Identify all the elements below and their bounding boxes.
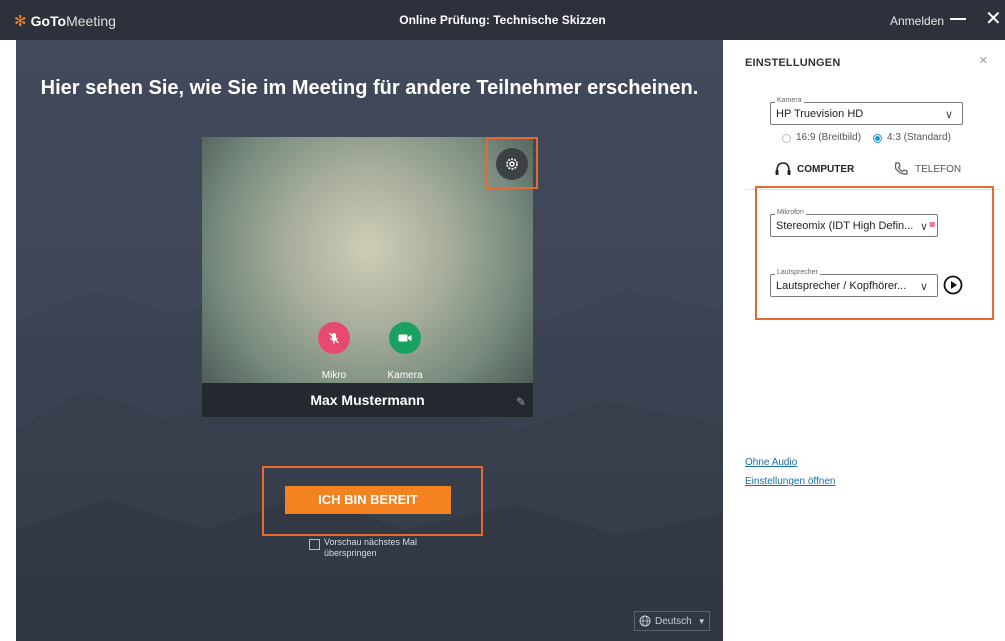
language-value: Deutsch xyxy=(655,615,692,627)
camera-legend: Kamera xyxy=(775,97,804,104)
video-preview xyxy=(202,137,533,417)
skip-preview-checkbox[interactable] xyxy=(309,539,320,550)
camera-value: HP Truevision HD xyxy=(776,108,864,120)
highlight-ready xyxy=(262,466,483,536)
participant-name: Max Mustermann xyxy=(310,392,425,408)
minimize-button[interactable] xyxy=(950,18,966,20)
camera-label: Kamera xyxy=(387,370,423,381)
tab-phone[interactable]: TELEFON xyxy=(893,161,961,177)
signin-link[interactable]: Anmelden xyxy=(890,14,944,28)
window-title: Online Prüfung: Technische Skizzen xyxy=(399,13,606,27)
phone-icon xyxy=(894,162,908,175)
no-audio-link[interactable]: Ohne Audio xyxy=(745,457,797,468)
preview-headline: Hier sehen Sie, wie Sie im Meeting für a… xyxy=(40,77,699,99)
window-close-button[interactable]: ✕ xyxy=(985,9,1002,29)
camera-toggle-button[interactable] xyxy=(389,322,421,354)
video-camera-icon xyxy=(398,334,412,342)
aspect-wide-radio[interactable] xyxy=(782,134,791,143)
aspect-standard-radio[interactable] xyxy=(873,134,882,143)
language-select[interactable]: Deutsch ▼ xyxy=(634,611,710,631)
open-settings-link[interactable]: Einstellungen öffnen xyxy=(745,476,835,487)
settings-close-button[interactable]: × xyxy=(979,52,988,69)
skip-preview-line2: überspringen xyxy=(324,548,377,558)
highlight-audio-settings xyxy=(755,186,994,320)
mic-label: Mikro xyxy=(321,370,347,381)
edit-name-pencil-icon[interactable]: ✎ xyxy=(516,395,526,409)
mute-mic-button[interactable] xyxy=(318,322,350,354)
settings-title: EINSTELLUNGEN xyxy=(745,57,841,69)
preview-stage: Hier sehen Sie, wie Sie im Meeting für a… xyxy=(16,40,723,641)
title-bar: ✻ GoTo Meeting Online Prüfung: Technische… xyxy=(0,0,1005,40)
chevron-down-icon: ∨ xyxy=(945,109,954,121)
mic-muted-icon xyxy=(329,332,339,344)
highlight-gear xyxy=(486,137,538,189)
skip-preview-label: Vorschau nächstes Mal überspringen xyxy=(324,537,417,559)
chevron-down-icon: ▼ xyxy=(697,616,706,626)
skip-preview-line1: Vorschau nächstes Mal xyxy=(324,537,418,547)
headset-icon xyxy=(775,162,791,175)
settings-panel: EINSTELLUNGEN × Kamera HP Truevision HD … xyxy=(723,40,1005,641)
aspect-standard-label: 4:3 (Standard) xyxy=(887,132,951,143)
tab-computer[interactable]: COMPUTER xyxy=(774,161,854,177)
globe-icon xyxy=(639,615,651,627)
tab-computer-label: COMPUTER xyxy=(797,163,855,175)
tab-phone-label: TELEFON xyxy=(915,163,962,175)
aspect-wide-label: 16:9 (Breitbild) xyxy=(796,132,862,143)
